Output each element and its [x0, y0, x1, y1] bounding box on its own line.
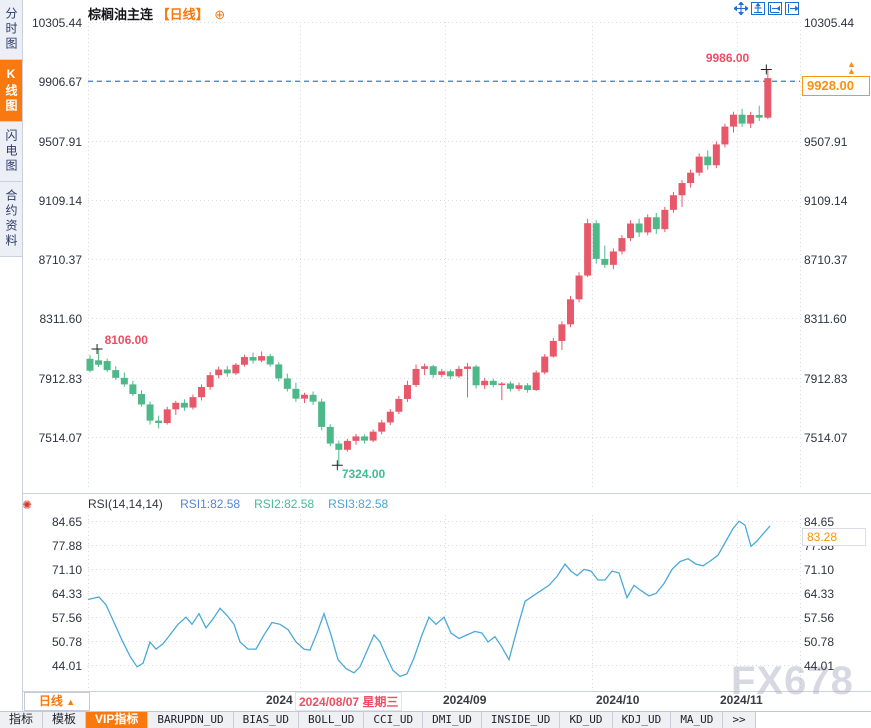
- price-axis-label: 7514.07: [20, 431, 82, 445]
- price-axis-label: 9507.91: [804, 135, 870, 149]
- price-axis-label: 7514.07: [804, 431, 870, 445]
- x-axis-tick: 2024/09: [443, 693, 486, 707]
- sidebar-tab-4[interactable]: 合约资料: [0, 182, 22, 257]
- indicator-tab-6[interactable]: BOLL_UD: [299, 712, 364, 728]
- sidebar-tab-2[interactable]: K线图: [0, 60, 22, 122]
- indicator-tab-12[interactable]: MA_UD: [671, 712, 723, 728]
- indicator-toolbar: 指标模板VIP指标BARUPDN_UDBIAS_UDBOLL_UDCCI_UDD…: [0, 711, 871, 728]
- indicator-tab-10[interactable]: KD_UD: [560, 712, 612, 728]
- add-compare-icon[interactable]: ⊕: [214, 7, 225, 22]
- crosshair-date-label: 2024/08/07 星期三: [295, 692, 402, 711]
- pan-crosshair-icon[interactable]: [734, 2, 748, 15]
- rsi-axis-label: 84.65: [804, 515, 870, 529]
- price-annotation: 8106.00: [105, 333, 148, 347]
- fit-horizontal-icon[interactable]: [768, 2, 782, 15]
- indicator-tab-11[interactable]: KDJ_UD: [613, 712, 672, 728]
- indicator-tab-2[interactable]: 模板: [43, 712, 86, 728]
- rsi-readout-3: RSI3:82.58: [328, 497, 388, 511]
- price-axis-label: 8311.60: [20, 312, 82, 326]
- price-chart-canvas[interactable]: [0, 0, 871, 728]
- instrument-title: 棕榈油主连: [88, 7, 153, 22]
- indicator-tab-9[interactable]: INSIDE_UD: [482, 712, 561, 728]
- chart-header: 棕榈油主连 【日线】 ⊕: [88, 4, 225, 23]
- indicator-tab-4[interactable]: BARUPDN_UD: [148, 712, 233, 728]
- sidebar-tab-3[interactable]: 闪电图: [0, 122, 22, 182]
- price-annotation: 9986.00: [706, 51, 749, 65]
- chart-controls: [734, 2, 799, 15]
- indicator-tab-8[interactable]: DMI_UD: [423, 712, 482, 728]
- rsi-header: RSI(14,14,14) RSI1:82.58 RSI2:82.58 RSI3:8…: [88, 497, 402, 511]
- rsi-title: RSI(14,14,14): [88, 497, 163, 511]
- trading-app: 分时图K线图闪电图合约资料 棕榈油主连 【日线】 ⊕: [0, 0, 871, 728]
- price-axis-label: 7912.83: [804, 372, 870, 386]
- period-selector[interactable]: 日线 ▲: [24, 692, 90, 711]
- period-tag: 【日线】: [157, 7, 209, 22]
- rsi-axis-label: 57.56: [20, 611, 82, 625]
- rsi-axis-label: 44.01: [804, 659, 870, 673]
- price-axis-label: 9507.91: [20, 135, 82, 149]
- price-axis-label: 9906.67: [20, 75, 82, 89]
- rsi-axis-label: 50.78: [20, 635, 82, 649]
- sidebar-tab-1[interactable]: 分时图: [0, 0, 22, 60]
- x-axis-tick: 2024/11: [720, 693, 763, 707]
- fit-vertical-icon[interactable]: [751, 2, 765, 15]
- indicator-tab-3[interactable]: VIP指标: [86, 712, 148, 728]
- rsi-axis-label: 71.10: [20, 563, 82, 577]
- chevron-up-icon: ▲: [66, 697, 75, 707]
- rsi-axis-label: 50.78: [804, 635, 870, 649]
- rsi-last-value-badge: 83.28: [802, 528, 866, 546]
- rsi-axis-label: 57.56: [804, 611, 870, 625]
- x-axis-tick: 2024: [266, 693, 293, 707]
- price-axis-label: 10305.44: [804, 16, 870, 30]
- chart-type-sidebar: 分时图K线图闪电图合约资料: [0, 0, 23, 728]
- rsi-axis-label: 44.01: [20, 659, 82, 673]
- price-up-arrow-icon: ▲▲: [847, 61, 856, 75]
- price-axis-label: 8710.37: [20, 253, 82, 267]
- rsi-axis-label: 71.10: [804, 563, 870, 577]
- price-axis-label: 10305.44: [20, 16, 82, 30]
- price-axis-label: 8311.60: [804, 312, 870, 326]
- indicator-tab-1[interactable]: 指标: [0, 712, 43, 728]
- price-axis-label: 9109.14: [20, 194, 82, 208]
- indicator-settings-icon[interactable]: ✺: [22, 498, 32, 512]
- last-price-badge: 9928.00: [802, 76, 870, 96]
- price-axis-label: 7912.83: [20, 372, 82, 386]
- indicator-tab-5[interactable]: BIAS_UD: [234, 712, 299, 728]
- more-indicators-button[interactable]: >>: [723, 712, 755, 728]
- reset-view-icon[interactable]: [785, 2, 799, 15]
- price-axis-label: 9109.14: [804, 194, 870, 208]
- rsi-readout-2: RSI2:82.58: [254, 497, 314, 511]
- rsi-axis-label: 64.33: [20, 587, 82, 601]
- rsi-axis-label: 77.88: [20, 539, 82, 553]
- rsi-axis-label: 64.33: [804, 587, 870, 601]
- price-annotation: 7324.00: [342, 467, 385, 481]
- indicator-tab-7[interactable]: CCI_UD: [364, 712, 423, 728]
- rsi-axis-label: 84.65: [20, 515, 82, 529]
- rsi-readout-1: RSI1:82.58: [180, 497, 240, 511]
- x-axis-tick: 2024/10: [596, 693, 639, 707]
- price-axis-label: 8710.37: [804, 253, 870, 267]
